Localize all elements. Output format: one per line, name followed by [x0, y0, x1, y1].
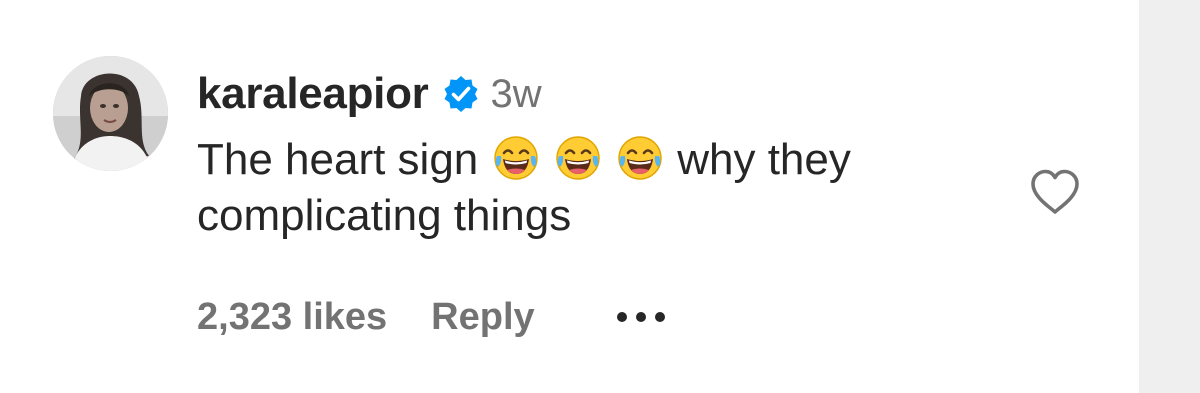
more-options-button[interactable] — [616, 312, 665, 322]
comment-text: The heart sign why they complicating thi… — [197, 132, 1037, 244]
avatar-image — [53, 56, 168, 171]
comment-header: karaleapior 3w — [197, 66, 542, 122]
like-comment-button[interactable] — [1029, 168, 1081, 216]
avatar[interactable] — [53, 56, 168, 171]
ellipsis-icon — [654, 312, 665, 322]
comment-text-start: The heart sign — [197, 135, 479, 184]
ellipsis-icon — [635, 312, 646, 322]
laughing-emoji-icon — [554, 134, 602, 182]
comment-view: karaleapior 3w The heart sign why they c… — [0, 0, 1200, 393]
comment-timestamp: 3w — [490, 71, 542, 116]
comment-item: karaleapior 3w The heart sign why they c… — [0, 0, 1139, 393]
heart-outline-icon — [1031, 169, 1079, 214]
likes-count[interactable]: 2,323 likes — [197, 296, 387, 339]
scrollbar-track[interactable] — [1139, 0, 1200, 393]
laughing-emoji-icon — [616, 134, 664, 182]
username[interactable]: karaleapior — [197, 69, 429, 119]
verified-badge-icon — [441, 74, 481, 114]
ellipsis-icon — [616, 312, 627, 322]
reply-button[interactable]: Reply — [431, 296, 534, 339]
laughing-emoji-icon — [492, 134, 540, 182]
comment-footer: 2,323 likes Reply — [197, 292, 665, 342]
